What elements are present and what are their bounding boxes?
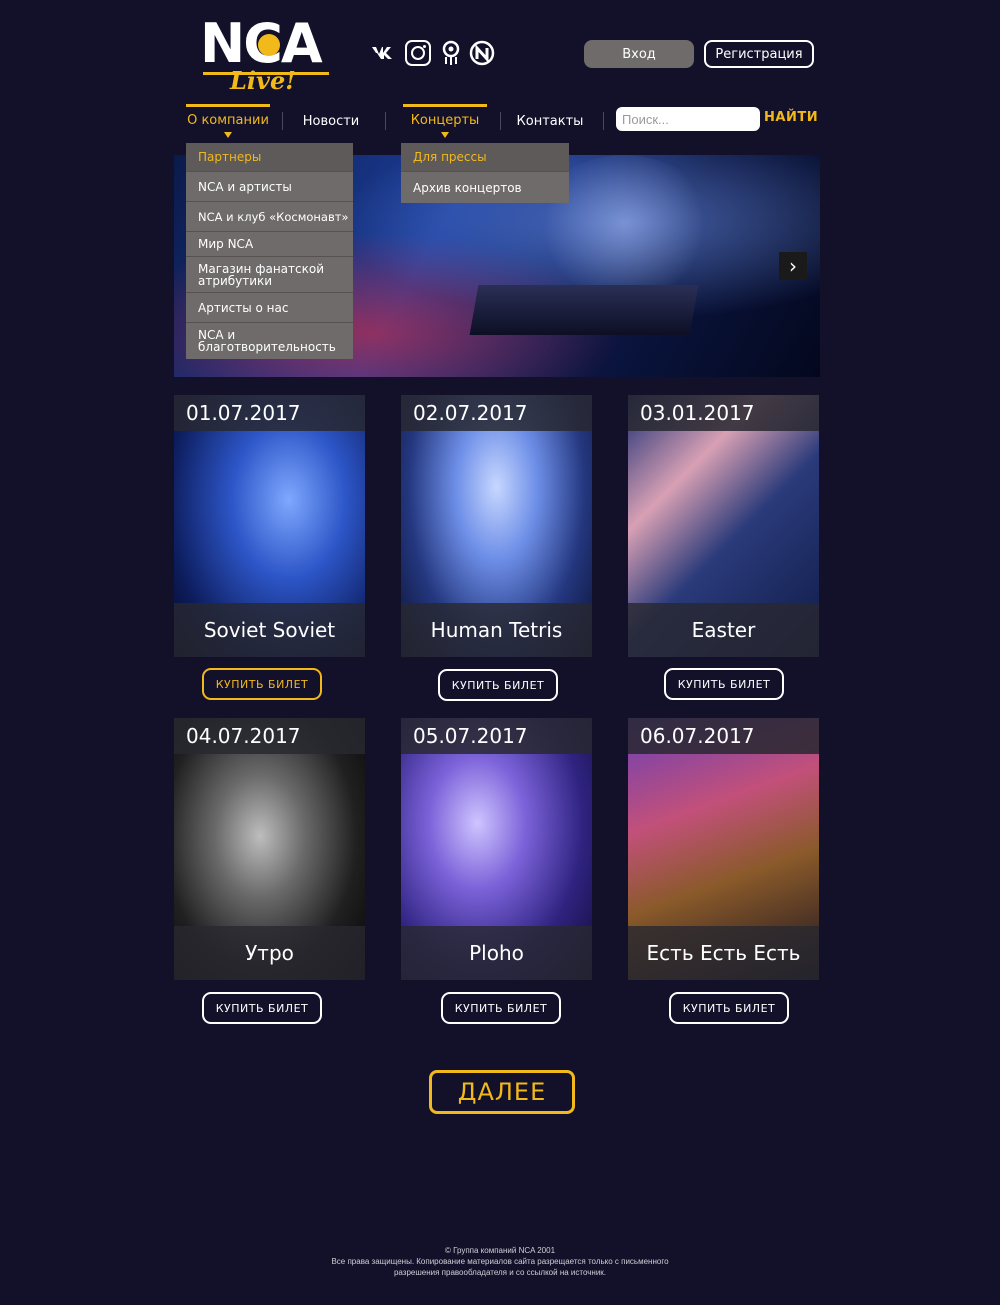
nav-separator bbox=[500, 112, 501, 130]
nav-separator bbox=[385, 112, 386, 130]
concert-name: Утро bbox=[174, 926, 365, 980]
brand-icon[interactable] bbox=[468, 38, 496, 68]
vk-icon[interactable] bbox=[368, 38, 398, 68]
concert-name: Есть Есть Есть bbox=[628, 926, 819, 980]
dropdown-item-cosmonaut[interactable]: NCA и клуб «Космонавт» bbox=[186, 202, 353, 232]
nav-news[interactable]: Новости bbox=[294, 108, 368, 134]
concert-name: Soviet Soviet bbox=[174, 603, 365, 657]
footer: © Группа компаний NCA 2001 Все права защ… bbox=[300, 1245, 700, 1278]
concert-name: Easter bbox=[628, 603, 819, 657]
buy-ticket-button[interactable]: КУПИТЬ БИЛЕТ bbox=[438, 669, 558, 701]
more-button[interactable]: ДАЛЕЕ bbox=[429, 1070, 575, 1114]
search-input[interactable] bbox=[616, 107, 760, 131]
slider-next-icon[interactable]: › bbox=[779, 252, 807, 280]
footer-rights-2: разрешения правообладателя и со ссылкой … bbox=[393, 1268, 607, 1277]
concert-card[interactable]: 02.07.2017 Human Tetris bbox=[401, 395, 592, 657]
concert-date: 04.07.2017 bbox=[174, 718, 365, 754]
concert-date: 06.07.2017 bbox=[628, 718, 819, 754]
search-button[interactable]: НАЙТИ bbox=[764, 110, 818, 125]
concert-name: Ploho bbox=[401, 926, 592, 980]
caret-down-icon bbox=[441, 132, 449, 138]
buy-ticket-button[interactable]: КУПИТЬ БИЛЕТ bbox=[664, 668, 784, 700]
dropdown-item-charity[interactable]: NCA и благотворительность bbox=[186, 323, 353, 359]
logo-dot-icon bbox=[258, 34, 281, 56]
login-button[interactable]: Вход bbox=[584, 40, 694, 68]
nav-separator bbox=[603, 112, 604, 130]
concert-card[interactable]: 06.07.2017 Есть Есть Есть bbox=[628, 718, 819, 980]
nav-separator bbox=[282, 112, 283, 130]
footer-rights: Все права защищены. Копирование материал… bbox=[331, 1257, 669, 1266]
dropdown-item-press[interactable]: Для прессы bbox=[401, 143, 569, 172]
buy-ticket-button[interactable]: КУПИТЬ БИЛЕТ bbox=[202, 992, 322, 1024]
concert-card[interactable]: 01.07.2017 Soviet Soviet bbox=[174, 395, 365, 657]
footer-copyright: © Группа компаний NCA 2001 bbox=[444, 1246, 556, 1255]
caret-down-icon bbox=[224, 132, 232, 138]
nav-about[interactable]: О компании bbox=[186, 104, 270, 133]
dropdown-item-reviews[interactable]: Артисты о нас bbox=[186, 293, 353, 323]
buy-ticket-button[interactable]: КУПИТЬ БИЛЕТ bbox=[669, 992, 789, 1024]
concert-card[interactable]: 03.01.2017 Easter bbox=[628, 395, 819, 657]
concert-name: Human Tetris bbox=[401, 603, 592, 657]
register-button[interactable]: Регистрация bbox=[704, 40, 814, 68]
concert-date: 03.01.2017 bbox=[628, 395, 819, 431]
dropdown-item-artists[interactable]: NCA и артисты bbox=[186, 172, 353, 202]
dropdown-company: Партнеры NCA и артисты NCA и клуб «Космо… bbox=[186, 143, 353, 359]
logo[interactable]: NCA bbox=[200, 14, 323, 74]
buy-ticket-button[interactable]: КУПИТЬ БИЛЕТ bbox=[202, 668, 322, 700]
dropdown-item-partners[interactable]: Партнеры bbox=[186, 143, 353, 172]
dropdown-item-shop[interactable]: Магазин фанатской атрибутики bbox=[186, 257, 353, 293]
dropdown-item-archive[interactable]: Архив концертов bbox=[401, 172, 569, 203]
buy-ticket-button[interactable]: КУПИТЬ БИЛЕТ bbox=[441, 992, 561, 1024]
nav-contacts[interactable]: Контакты bbox=[512, 108, 588, 134]
concert-date: 01.07.2017 bbox=[174, 395, 365, 431]
dropdown-concerts: Для прессы Архив концертов bbox=[401, 143, 569, 203]
instagram-icon[interactable] bbox=[405, 40, 431, 66]
dropdown-item-world[interactable]: Мир NCA bbox=[186, 232, 353, 257]
nav-concerts[interactable]: Концерты bbox=[403, 104, 487, 133]
concert-date: 02.07.2017 bbox=[401, 395, 592, 431]
periscope-icon[interactable] bbox=[440, 38, 462, 68]
concert-card[interactable]: 05.07.2017 Ploho bbox=[401, 718, 592, 980]
concert-card[interactable]: 04.07.2017 Утро bbox=[174, 718, 365, 980]
concert-date: 05.07.2017 bbox=[401, 718, 592, 754]
logo-subtitle: Live! bbox=[230, 66, 296, 95]
